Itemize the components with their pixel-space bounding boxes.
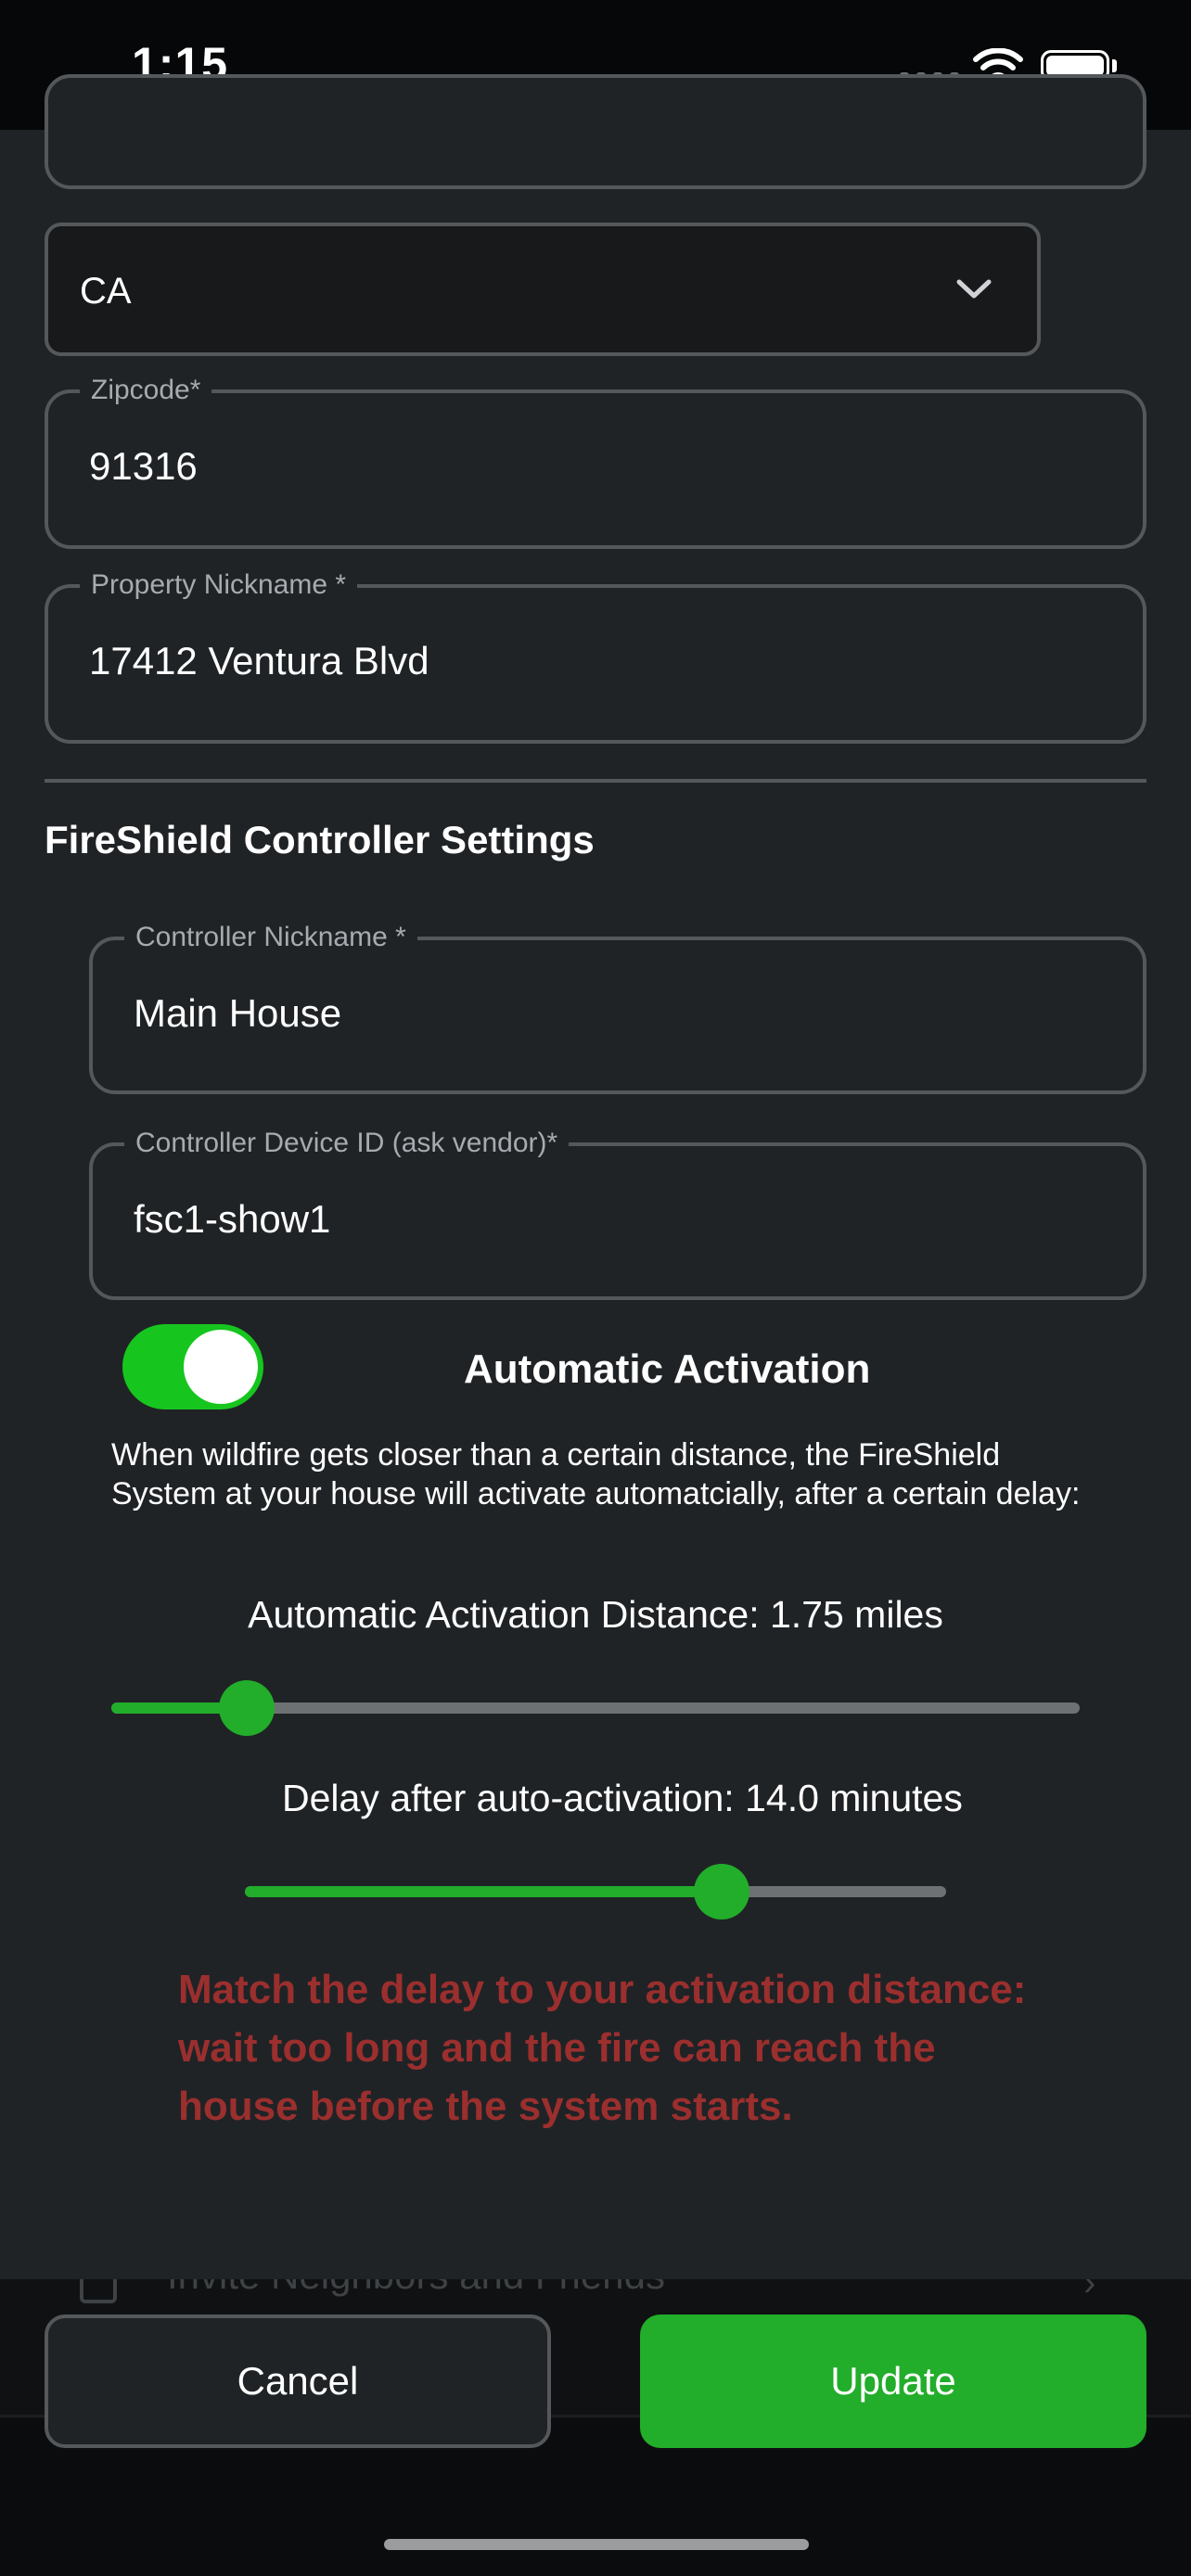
slider-fill: [245, 1886, 723, 1897]
battery-cap: [1112, 59, 1117, 72]
activation-delay-label: Delay after auto-activation: 14.0 minute…: [282, 1777, 963, 1819]
cancel-button[interactable]: Cancel: [45, 2315, 551, 2448]
toggle-knob: [184, 1330, 258, 1404]
automatic-activation-toggle[interactable]: [122, 1324, 263, 1409]
controller-device-id-field[interactable]: Controller Device ID (ask vendor)* fsc1-…: [89, 1128, 1146, 1300]
update-button[interactable]: Update: [640, 2315, 1146, 2448]
controller-nickname-value: Main House: [134, 991, 342, 1035]
zipcode-field[interactable]: Zipcode* 91316: [45, 375, 1146, 549]
delay-warning-text: Match the delay to your activation dista…: [178, 1967, 1027, 2129]
chevron-down-icon: [956, 279, 992, 299]
section-divider: [45, 779, 1146, 783]
state-select-value: CA: [80, 271, 132, 312]
property-nickname-label: Property Nickname *: [80, 569, 358, 601]
zipcode-label: Zipcode*: [80, 375, 212, 406]
controller-nickname-field[interactable]: Controller Nickname * Main House: [89, 922, 1146, 1094]
activation-distance-label: Automatic Activation Distance: 1.75 mile…: [248, 1593, 943, 1636]
controller-device-id-value: fsc1-show1: [134, 1197, 331, 1241]
controller-nickname-label: Controller Nickname *: [124, 922, 417, 953]
activation-distance-slider[interactable]: [111, 1680, 1080, 1736]
section-title: FireShield Controller Settings: [45, 818, 595, 861]
activation-delay-slider[interactable]: [245, 1864, 946, 1919]
state-select[interactable]: CA: [45, 223, 1041, 356]
controller-device-id-label: Controller Device ID (ask vendor)*: [124, 1128, 570, 1159]
home-indicator: [384, 2539, 809, 2550]
slider-thumb[interactable]: [219, 1680, 275, 1736]
property-nickname-field[interactable]: Property Nickname * 17412 Ventura Blvd: [45, 569, 1146, 744]
slider-thumb[interactable]: [694, 1864, 750, 1919]
automatic-activation-description: When wildfire gets closer than a certain…: [111, 1437, 1081, 1511]
automatic-activation-label: Automatic Activation: [464, 1346, 871, 1392]
property-nickname-value: 17412 Ventura Blvd: [89, 639, 429, 682]
zipcode-value: 91316: [89, 444, 198, 488]
previous-field[interactable]: [45, 74, 1146, 189]
